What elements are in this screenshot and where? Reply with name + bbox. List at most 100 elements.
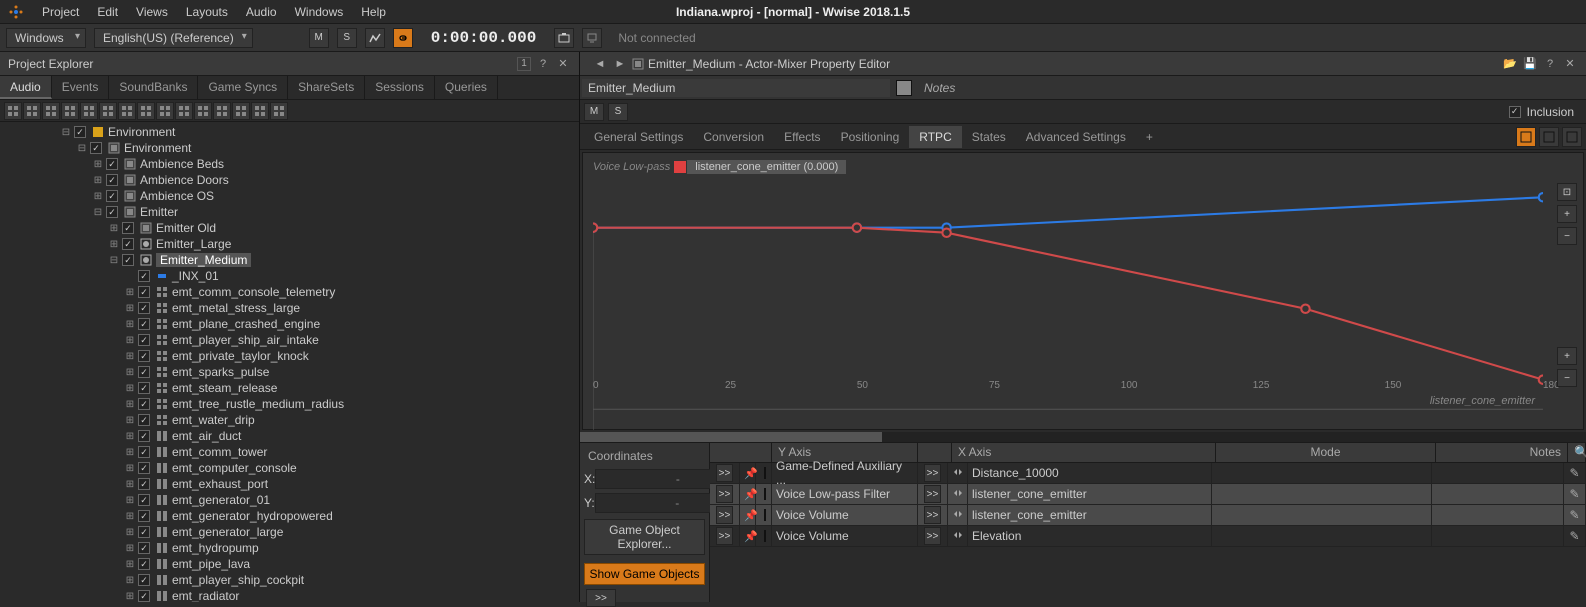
tree-checkbox[interactable]: ✓ — [138, 590, 150, 602]
rtpc-row[interactable]: >> 📌 Game-Defined Auxiliary ... >> Dista… — [710, 463, 1586, 484]
tree-item[interactable]: ⊞ ✓ emt_player_ship_cockpit — [0, 572, 579, 588]
tree-item[interactable]: ⊞ ✓ emt_sparks_pulse — [0, 364, 579, 380]
tree-checkbox[interactable]: ✓ — [138, 526, 150, 538]
tree-item[interactable]: ⊞ ✓ emt_comm_tower — [0, 444, 579, 460]
tree-item[interactable]: ⊞ ✓ emt_radiator — [0, 588, 579, 602]
tree-item[interactable]: ⊞ ✓ emt_player_ship_air_intake — [0, 332, 579, 348]
edit-icon[interactable]: ✎ — [1568, 529, 1581, 543]
tree-checkbox[interactable]: ✓ — [138, 334, 150, 346]
tree-checkbox[interactable]: ✓ — [138, 462, 150, 474]
expander-icon[interactable]: ⊞ — [108, 223, 120, 234]
expander-icon[interactable]: ⊞ — [124, 287, 136, 298]
tree-item[interactable]: ⊟ ✓ Emitter_Medium — [0, 252, 579, 268]
tree-checkbox[interactable]: ✓ — [138, 382, 150, 394]
tree-checkbox[interactable]: ✓ — [138, 478, 150, 490]
new-object-icon-7[interactable] — [137, 102, 155, 120]
link-icon[interactable] — [393, 28, 413, 48]
explorer-tab-soundbanks[interactable]: SoundBanks — [109, 76, 198, 99]
tree-checkbox[interactable]: ✓ — [138, 398, 150, 410]
zoom-fit-icon[interactable]: ⊡ — [1557, 183, 1577, 201]
expander-icon[interactable]: ⊞ — [108, 239, 120, 250]
zoom-out-icon[interactable]: − — [1557, 227, 1577, 245]
tree-checkbox[interactable]: ✓ — [138, 574, 150, 586]
tree-item[interactable]: ⊞ ✓ emt_water_drip — [0, 412, 579, 428]
menu-views[interactable]: Views — [136, 5, 168, 19]
tree-checkbox[interactable]: ✓ — [122, 238, 134, 250]
tree-item[interactable]: ⊞ ✓ emt_tree_rustle_medium_radius — [0, 396, 579, 412]
expander-icon[interactable]: ⊞ — [124, 383, 136, 394]
forward-icon[interactable]: ► — [612, 56, 628, 72]
tree-item[interactable]: ⊟ ✓ Environment — [0, 140, 579, 156]
new-object-icon-2[interactable] — [42, 102, 60, 120]
menu-edit[interactable]: Edit — [97, 5, 118, 19]
graph-canvas[interactable] — [593, 177, 1543, 430]
project-tree[interactable]: ⊟ ✓ Environment⊟ ✓ Environment ⊞ ✓ Ambien… — [0, 122, 579, 602]
new-object-icon-10[interactable] — [194, 102, 212, 120]
expander-icon[interactable]: ⊞ — [124, 447, 136, 458]
menu-audio[interactable]: Audio — [246, 5, 277, 19]
tree-item[interactable]: ⊞ ✓ emt_generator_hydropowered — [0, 508, 579, 524]
tree-checkbox[interactable]: ✓ — [138, 542, 150, 554]
view-single-icon[interactable] — [1516, 127, 1536, 147]
prop-tab-positioning[interactable]: Positioning — [831, 126, 910, 148]
obj-mute-button[interactable]: M — [584, 103, 604, 121]
tree-checkbox[interactable]: ✓ — [122, 254, 134, 266]
curve-color-icon[interactable] — [764, 488, 766, 500]
object-name-field[interactable]: Emitter_Medium — [582, 79, 890, 97]
tree-item[interactable]: ⊞ ✓ emt_generator_large — [0, 524, 579, 540]
new-object-icon-3[interactable] — [61, 102, 79, 120]
tree-item[interactable]: ⊟ ✓ Environment — [0, 124, 579, 140]
tree-checkbox[interactable]: ✓ — [138, 414, 150, 426]
tree-checkbox[interactable]: ✓ — [138, 302, 150, 314]
explorer-tab-sharesets[interactable]: ShareSets — [288, 76, 365, 99]
xaxis-arrow-button[interactable]: >> — [924, 464, 941, 482]
tree-checkbox[interactable]: ✓ — [138, 558, 150, 570]
inclusion-checkbox[interactable]: ✓ — [1509, 106, 1521, 118]
tree-item[interactable]: ⊞ ✓ Ambience OS — [0, 188, 579, 204]
prop-tab-effects[interactable]: Effects — [774, 126, 830, 148]
tree-item[interactable]: ⊞ ✓ emt_metal_stress_large — [0, 300, 579, 316]
tree-checkbox[interactable]: ✓ — [138, 318, 150, 330]
expander-icon[interactable]: ⊞ — [124, 351, 136, 362]
game-object-explorer-button[interactable]: Game Object Explorer... — [584, 519, 705, 555]
solo-button[interactable]: S — [337, 28, 357, 48]
tree-item[interactable]: ⊞ ✓ Emitter_Large — [0, 236, 579, 252]
expander-icon[interactable]: ⊞ — [124, 495, 136, 506]
rtpc-arrow-button[interactable]: >> — [716, 464, 733, 482]
explorer-tab-audio[interactable]: Audio — [0, 76, 52, 99]
editor-help-icon[interactable]: ? — [1542, 56, 1558, 72]
new-object-icon-5[interactable] — [99, 102, 117, 120]
zoom-out-v-icon[interactable]: − — [1557, 369, 1577, 387]
col-xaxis[interactable]: X Axis — [952, 443, 1216, 462]
mute-button[interactable]: M — [309, 28, 329, 48]
xaxis-arrow-button[interactable]: >> — [924, 506, 941, 524]
explorer-tab-game-syncs[interactable]: Game Syncs — [198, 76, 288, 99]
prop-tab-rtpc[interactable]: RTPC — [909, 126, 961, 148]
menu-layouts[interactable]: Layouts — [186, 5, 228, 19]
rtpc-row[interactable]: >> 📌 Voice Low-pass Filter >> listener_c… — [710, 484, 1586, 505]
tree-checkbox[interactable]: ✓ — [138, 286, 150, 298]
new-object-icon-4[interactable] — [80, 102, 98, 120]
tree-item[interactable]: ⊞ ✓ Ambience Doors — [0, 172, 579, 188]
tree-checkbox[interactable]: ✓ — [138, 446, 150, 458]
rtpc-graph[interactable]: Voice Low-pass listener_cone_emitter (0.… — [582, 152, 1584, 430]
back-icon[interactable]: ◄ — [592, 56, 608, 72]
expander-icon[interactable]: ⊞ — [124, 319, 136, 330]
curve-color-icon[interactable] — [764, 509, 766, 521]
rtpc-arrow-button[interactable]: >> — [716, 506, 733, 524]
prop-tab-general-settings[interactable]: General Settings — [584, 126, 693, 148]
menu-windows[interactable]: Windows — [295, 5, 344, 19]
platform-dropdown[interactable]: Windows — [6, 28, 86, 48]
tree-checkbox[interactable]: ✓ — [122, 222, 134, 234]
tree-item[interactable]: ⊞ ✓ emt_generator_01 — [0, 492, 579, 508]
tree-item[interactable]: ⊞ ✓ emt_private_taylor_knock — [0, 348, 579, 364]
language-dropdown[interactable]: English(US) (Reference) — [94, 28, 253, 48]
expander-icon[interactable]: ⊞ — [124, 575, 136, 586]
tree-item[interactable]: ⊞ ✓ emt_exhaust_port — [0, 476, 579, 492]
add-tab-button[interactable]: + — [1136, 126, 1163, 148]
tree-item[interactable]: ⊞ ✓ Emitter Old — [0, 220, 579, 236]
rtpc-row[interactable]: >> 📌 Voice Volume >> Elevation ✎ — [710, 526, 1586, 547]
expander-icon[interactable]: ⊞ — [124, 463, 136, 474]
tree-item[interactable]: ⊟ ✓ Emitter — [0, 204, 579, 220]
tree-checkbox[interactable]: ✓ — [106, 190, 118, 202]
